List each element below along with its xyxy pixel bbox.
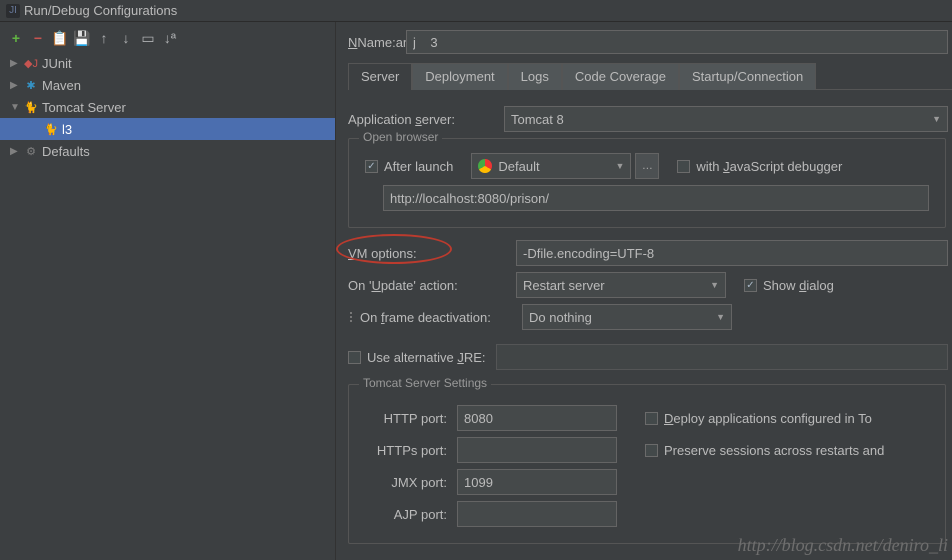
tree-label: JUnit <box>42 56 72 71</box>
open-browser-legend: Open browser <box>359 130 442 144</box>
name-label: NName:ame: <box>348 35 406 50</box>
config-editor: NName:ame: Server Deployment Logs Code C… <box>336 22 952 560</box>
js-debugger-checkbox[interactable] <box>677 160 690 173</box>
tree-label: Defaults <box>42 144 90 159</box>
expand-icon: ▶ <box>10 58 22 69</box>
tab-server[interactable]: Server <box>348 63 412 90</box>
gear-icon: ⚙ <box>22 144 40 158</box>
window-titlebar: JI Run/Debug Configurations <box>0 0 952 22</box>
maven-icon: ✱ <box>22 78 40 92</box>
tab-code-coverage[interactable]: Code Coverage <box>562 63 679 90</box>
ajp-port-label: AJP port: <box>365 507 457 522</box>
show-dialog-checkbox[interactable] <box>744 279 757 292</box>
url-input[interactable] <box>383 185 929 211</box>
remove-config-icon[interactable]: − <box>30 30 46 46</box>
tree-node-tomcat[interactable]: ▼ 🐈 Tomcat Server <box>0 96 335 118</box>
save-config-icon[interactable]: 💾 <box>74 30 90 46</box>
frame-deactivation-label: On frame deactivation: <box>360 310 522 325</box>
chrome-icon <box>478 159 492 173</box>
collapse-icon: ▼ <box>10 102 22 113</box>
tab-logs[interactable]: Logs <box>508 63 562 90</box>
tree-label: Maven <box>42 78 81 93</box>
jmx-port-input[interactable] <box>457 469 617 495</box>
frame-deactivation-select[interactable]: Do nothing ▼ <box>522 304 732 330</box>
expand-icon: ▶ <box>10 80 22 91</box>
server-tab-content: Application server: Tomcat 8 ▼ Open brow… <box>348 90 952 544</box>
chevron-down-icon: ▼ <box>615 161 624 171</box>
alt-jre-checkbox[interactable] <box>348 351 361 364</box>
copy-config-icon[interactable]: 📋 <box>52 30 68 46</box>
add-config-icon[interactable]: + <box>8 30 24 46</box>
tomcat-settings-legend: Tomcat Server Settings <box>359 376 491 390</box>
expand-icon: ▶ <box>10 146 22 157</box>
watermark-text: http://blog.csdn.net/deniro_li <box>738 535 948 556</box>
tree-label: l3 <box>62 122 72 137</box>
http-port-input[interactable] <box>457 405 617 431</box>
sidebar-toolbar: + − 📋 💾 ↑ ↓ ▭ ↓ª <box>0 26 335 52</box>
after-launch-checkbox[interactable] <box>365 160 378 173</box>
app-server-select[interactable]: Tomcat 8 ▼ <box>504 106 948 132</box>
deploy-apps-checkbox[interactable] <box>645 412 658 425</box>
ajp-port-input[interactable] <box>457 501 617 527</box>
browser-more-button[interactable]: … <box>635 153 659 179</box>
preserve-sessions-checkbox[interactable] <box>645 444 658 457</box>
tree-node-defaults[interactable]: ▶ ⚙ Defaults <box>0 140 335 162</box>
vm-options-input[interactable] <box>516 240 948 266</box>
preserve-sessions-label: Preserve sessions across restarts and <box>664 443 884 458</box>
tab-bar: Server Deployment Logs Code Coverage Sta… <box>348 62 952 90</box>
app-server-label: Application server: <box>348 112 504 127</box>
chevron-down-icon: ▼ <box>932 114 941 124</box>
tree-node-tomcat-child[interactable]: 🐈 l3 <box>0 118 335 140</box>
tab-deployment[interactable]: Deployment <box>412 63 507 90</box>
https-port-input[interactable] <box>457 437 617 463</box>
update-action-select[interactable]: Restart server ▼ <box>516 272 726 298</box>
tree-label: Tomcat Server <box>42 100 126 115</box>
browser-select[interactable]: Default ▼ <box>471 153 631 179</box>
tab-startup-connection[interactable]: Startup/Connection <box>679 63 816 90</box>
https-port-label: HTTPs port: <box>365 443 457 458</box>
junit-icon: ◆J <box>22 56 40 70</box>
vm-options-label: VM options: <box>348 246 516 261</box>
window-title: Run/Debug Configurations <box>24 3 177 18</box>
tomcat-icon: 🐈 <box>22 100 40 114</box>
sort-icon[interactable]: ↓ª <box>162 30 178 46</box>
config-tree: ▶ ◆J JUnit ▶ ✱ Maven ▼ 🐈 Tomcat Server 🐈… <box>0 52 335 162</box>
after-launch-label: After launch <box>384 159 453 174</box>
deploy-apps-label: Deploy applications configured in To <box>664 411 872 426</box>
update-action-label: On 'Update' action: <box>348 278 516 293</box>
show-dialog-label: Show dialog <box>763 278 834 293</box>
name-input[interactable] <box>406 30 948 54</box>
tomcat-local-icon: 🐈 <box>42 122 60 136</box>
tree-node-maven[interactable]: ▶ ✱ Maven <box>0 74 335 96</box>
drag-handle-icon[interactable] <box>348 312 354 322</box>
jmx-port-label: JMX port: <box>365 475 457 490</box>
alt-jre-label: Use alternative JRE: <box>367 350 486 365</box>
alt-jre-input[interactable] <box>496 344 949 370</box>
move-up-icon[interactable]: ↑ <box>96 30 112 46</box>
open-browser-group: Open browser After launch Default ▼ … wi… <box>348 138 946 228</box>
js-debugger-label: with JavaScript debugger <box>696 159 842 174</box>
tomcat-settings-group: Tomcat Server Settings HTTP port: Deploy… <box>348 384 946 544</box>
move-down-icon[interactable]: ↓ <box>118 30 134 46</box>
folder-icon[interactable]: ▭ <box>140 30 156 46</box>
chevron-down-icon: ▼ <box>710 280 719 290</box>
http-port-label: HTTP port: <box>365 411 457 426</box>
configurations-sidebar: + − 📋 💾 ↑ ↓ ▭ ↓ª ▶ ◆J JUnit ▶ ✱ Maven ▼ … <box>0 22 336 560</box>
app-icon: JI <box>6 4 20 18</box>
tree-node-junit[interactable]: ▶ ◆J JUnit <box>0 52 335 74</box>
chevron-down-icon: ▼ <box>716 312 725 322</box>
